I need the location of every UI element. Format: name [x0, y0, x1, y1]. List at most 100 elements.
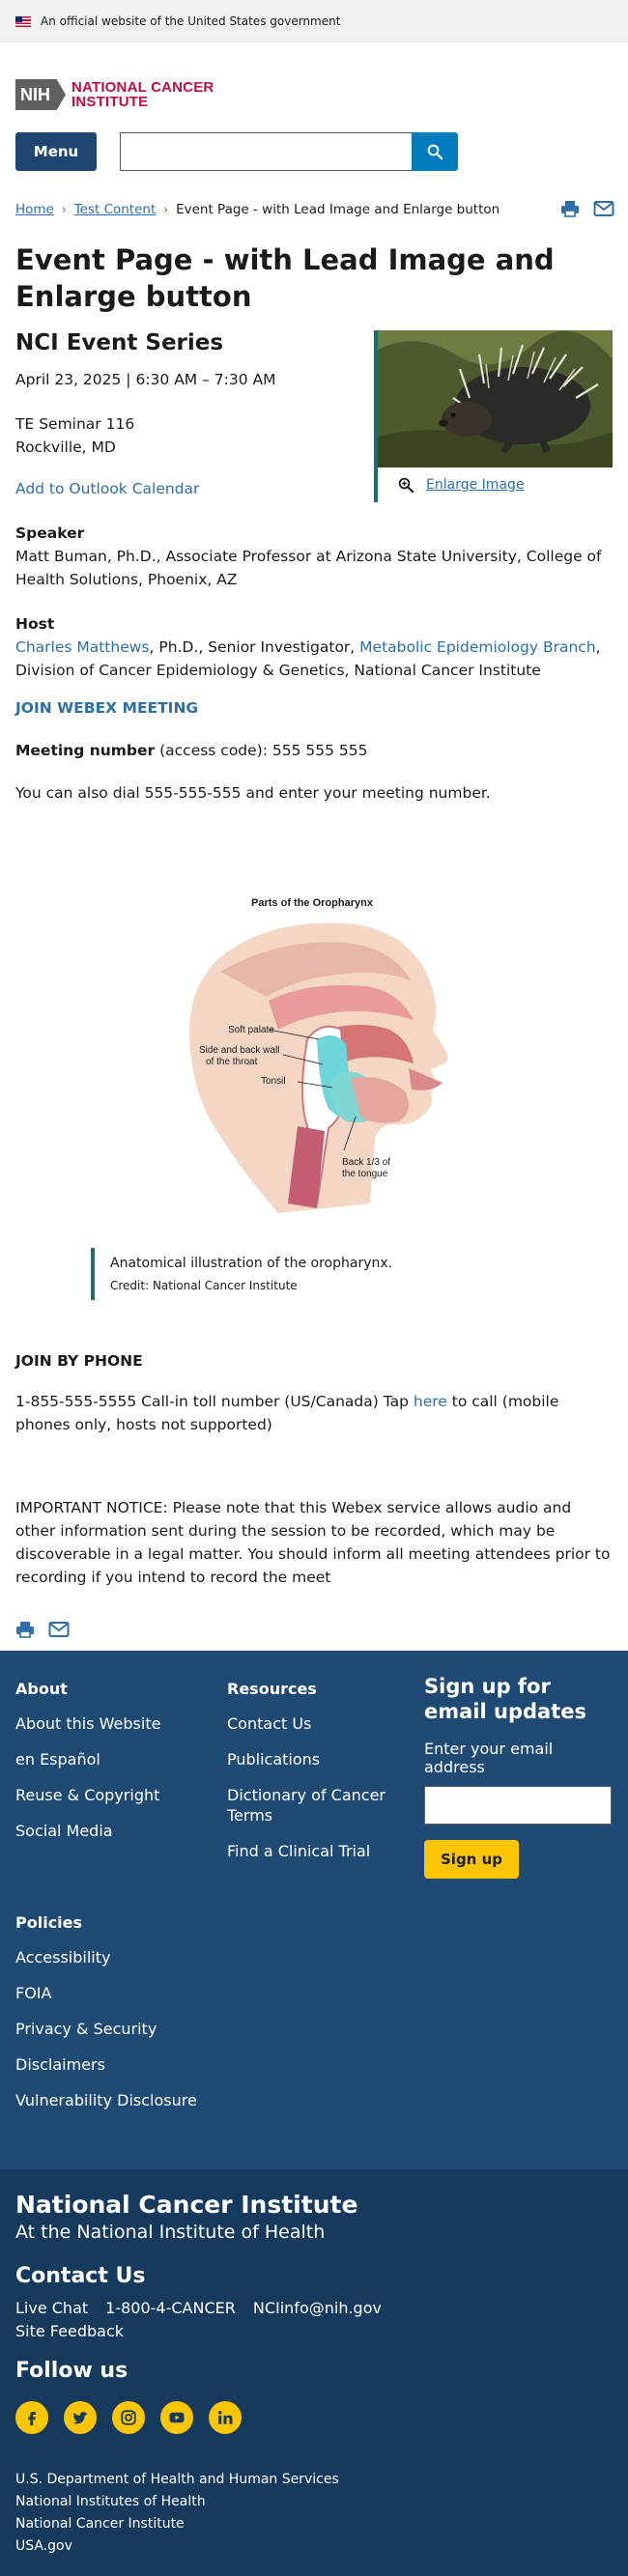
footer-link-contact[interactable]: Contact Us — [227, 1713, 411, 1734]
phone-details: 1-855-555-5555 Call-in toll number (US/C… — [15, 1390, 613, 1436]
phone-section: JOIN BY PHONE — [15, 1349, 613, 1373]
join-webex-link[interactable]: JOIN WEBEX MEETING — [15, 699, 198, 717]
footer-link-espanol[interactable]: en Español — [15, 1749, 218, 1769]
figure-caption: Anatomical illustration of the oropharyn… — [91, 1248, 593, 1300]
enlarge-image-row: Enlarge Image — [378, 467, 613, 502]
webex-section: JOIN WEBEX MEETING — [15, 696, 613, 720]
speaker-section: Speaker Matt Buman, Ph.D., Associate Pro… — [15, 522, 613, 591]
search-button[interactable] — [412, 132, 458, 171]
agency-link-nih[interactable]: National Institutes of Health — [15, 2491, 339, 2513]
footer-link-about-website[interactable]: About this Website — [15, 1713, 218, 1734]
location-line-1: TE Seminar 116 — [15, 415, 135, 433]
agency-link-nci[interactable]: National Cancer Institute — [15, 2513, 339, 2535]
email-icon[interactable] — [593, 200, 614, 221]
footer-link-social-media[interactable]: Social Media — [15, 1821, 218, 1841]
label-side-wall-1: Side and back wall — [199, 1045, 279, 1056]
nih-logo-mark: NIH — [15, 79, 66, 110]
logo-line-1: NATIONAL CANCER — [71, 79, 214, 96]
site-header: NIH NATIONAL CANCER INSTITUTE Menu — [0, 42, 628, 222]
breadcrumb-test-content[interactable]: Test Content — [74, 202, 157, 217]
event-location: TE Seminar 116 Rockville, MD — [15, 412, 134, 459]
phone-text-before: 1-855-555-5555 Call-in toll number (US/C… — [15, 1393, 414, 1410]
label-tonsil: Tonsil — [261, 1076, 286, 1087]
footer-link-foia[interactable]: FOIA — [15, 1983, 305, 2003]
phone-link[interactable]: 1-800-4-CANCER — [105, 2299, 236, 2317]
dial-instructions: You can also dial 555-555-555 and enter … — [15, 781, 613, 805]
site-feedback-link[interactable]: Site Feedback — [15, 2322, 124, 2340]
tap-here-link[interactable]: here — [414, 1393, 447, 1410]
linkedin-icon[interactable] — [209, 2401, 242, 2434]
metabolic-branch-link[interactable]: Metabolic Epidemiology Branch — [359, 638, 595, 656]
notice-text: IMPORTANT NOTICE: Please note that this … — [15, 1499, 611, 1586]
signup-button[interactable]: Sign up — [424, 1840, 519, 1879]
meeting-number-label: Meeting number — [15, 742, 156, 759]
logo-wordmark: NATIONAL CANCER INSTITUTE — [71, 80, 214, 109]
figure-title: Parts of the Oropharynx — [251, 897, 374, 909]
share-tools-bottom — [15, 1621, 70, 1642]
breadcrumb-home[interactable]: Home — [15, 202, 54, 217]
footer-link-privacy[interactable]: Privacy & Security — [15, 2019, 305, 2039]
enlarge-image-link[interactable]: Enlarge Image — [426, 477, 525, 493]
email-field[interactable] — [424, 1786, 612, 1825]
policies-heading: Policies — [15, 1913, 83, 1932]
meeting-number: Meeting number (access code): 555 555 55… — [15, 739, 613, 762]
signup-heading: Sign up for email updates — [424, 1675, 586, 1723]
footer-link-disclaimers[interactable]: Disclaimers — [15, 2054, 305, 2075]
host-text: Charles Matthews, Ph.D., Senior Investig… — [15, 636, 613, 682]
chevron-right-icon: › — [163, 203, 169, 216]
social-icons — [15, 2401, 242, 2434]
facebook-icon[interactable] — [15, 2401, 48, 2434]
agency-link-usagov[interactable]: USA.gov — [15, 2535, 339, 2558]
gov-banner: An official website of the United States… — [0, 0, 628, 42]
label-tongue-1: Back 1/3 of — [342, 1157, 390, 1168]
footer-link-clinical-trial[interactable]: Find a Clinical Trial — [227, 1841, 411, 1861]
host-heading: Host — [15, 615, 55, 633]
contact-heading: Contact Us — [15, 2264, 146, 2288]
footer-nci-subtitle: At the National Institute of Health — [15, 2222, 326, 2243]
email-icon[interactable] — [48, 1621, 70, 1642]
lead-image[interactable] — [378, 330, 613, 467]
menu-button[interactable]: Menu — [15, 132, 97, 171]
footer-link-accessibility[interactable]: Accessibility — [15, 1947, 305, 1967]
footer-link-dictionary[interactable]: Dictionary of Cancer Terms — [227, 1785, 411, 1826]
label-soft-palate: Soft palate — [228, 1025, 274, 1035]
nci-logo[interactable]: NIH NATIONAL CANCER INSTITUTE — [15, 77, 613, 112]
print-icon[interactable] — [560, 200, 580, 221]
search-input[interactable] — [120, 132, 412, 171]
search-icon — [427, 144, 443, 160]
instagram-icon[interactable] — [112, 2401, 145, 2434]
email-signup: Sign up for email updates Enter your ema… — [424, 1674, 617, 1879]
share-tools-top — [560, 200, 614, 221]
lead-image-figure: Enlarge Image — [374, 330, 613, 502]
live-chat-link[interactable]: Live Chat — [15, 2299, 88, 2317]
print-icon[interactable] — [15, 1621, 35, 1642]
host-name-link[interactable]: Charles Matthews — [15, 638, 150, 656]
add-to-outlook-link[interactable]: Add to Outlook Calendar — [15, 480, 199, 497]
us-flag-icon — [15, 15, 31, 27]
event-datetime: April 23, 2025 | 6:30 AM – 7:30 AM — [15, 371, 276, 388]
resources-heading: Resources — [227, 1680, 317, 1698]
caption-text: Anatomical illustration of the oropharyn… — [110, 1256, 393, 1271]
email-link[interactable]: NCIinfo@nih.gov — [253, 2299, 382, 2317]
zoom-in-icon — [398, 477, 414, 494]
breadcrumb-current: Event Page - with Lead Image and Enlarge… — [176, 202, 500, 217]
meeting-number-value: (access code): 555 555 555 — [155, 742, 368, 759]
page-title: Event Page - with Lead Image and Enlarge… — [15, 243, 555, 313]
follow-heading: Follow us — [15, 2359, 128, 2383]
location-line-2: Rockville, MD — [15, 439, 116, 456]
youtube-icon[interactable] — [160, 2401, 193, 2434]
twitter-icon[interactable] — [64, 2401, 97, 2434]
header-controls: Menu — [15, 132, 613, 171]
event-series: NCI Event Series — [15, 330, 224, 355]
footer-nci-title: National Cancer Institute — [15, 2191, 358, 2219]
footer-link-publications[interactable]: Publications — [227, 1749, 411, 1769]
footer-link-reuse[interactable]: Reuse & Copyright — [15, 1785, 218, 1805]
footer-links: About About this Website en Español Reus… — [0, 1651, 628, 2169]
breadcrumb: Home › Test Content › Event Page - with … — [15, 201, 614, 217]
host-section: Host Charles Matthews, Ph.D., Senior Inv… — [15, 612, 613, 682]
agency-link-hhs[interactable]: U.S. Department of Health and Human Serv… — [15, 2469, 339, 2491]
agency-links: U.S. Department of Health and Human Serv… — [15, 2469, 339, 2558]
speaker-heading: Speaker — [15, 524, 85, 542]
oropharynx-image[interactable]: Parts of the Oropharynx Soft palate Side… — [153, 885, 471, 1234]
footer-link-vulnerability[interactable]: Vulnerability Disclosure — [15, 2090, 305, 2110]
